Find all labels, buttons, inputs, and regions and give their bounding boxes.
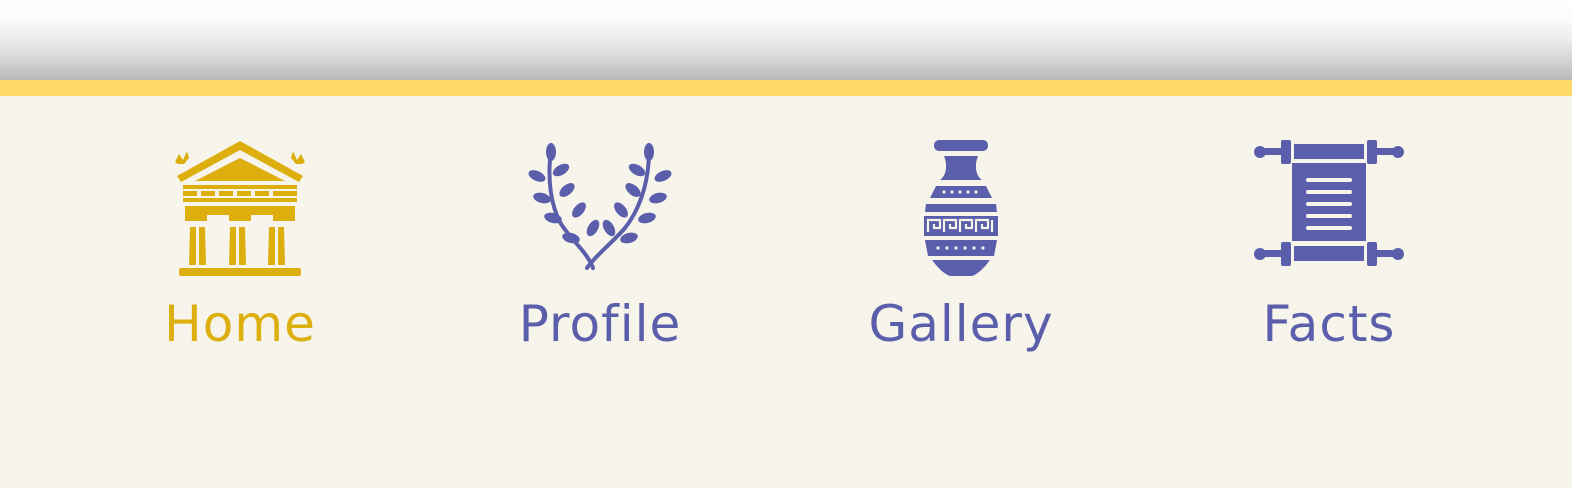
accent-stripe [0,80,1572,96]
nav-item-home[interactable]: Home [120,140,360,370]
nav-label-profile: Profile [518,295,682,353]
nav-item-facts[interactable]: Facts [1209,140,1449,370]
nav-label-home: Home [164,295,316,353]
nav-item-gallery[interactable]: Gallery [841,140,1081,370]
top-shadow [0,0,1572,80]
bottom-nav-bar: Home Profile Gallery Facts [0,80,1572,488]
app-screen: Home Profile Gallery Facts [0,0,1572,488]
greek-vase-icon [886,140,1036,276]
greek-temple-icon [165,140,315,276]
nav-item-profile[interactable]: Profile [480,140,720,370]
nav-label-gallery: Gallery [868,295,1054,353]
scroll-icon [1254,140,1404,276]
nav-label-facts: Facts [1262,295,1396,353]
laurel-wreath-icon [525,140,675,276]
